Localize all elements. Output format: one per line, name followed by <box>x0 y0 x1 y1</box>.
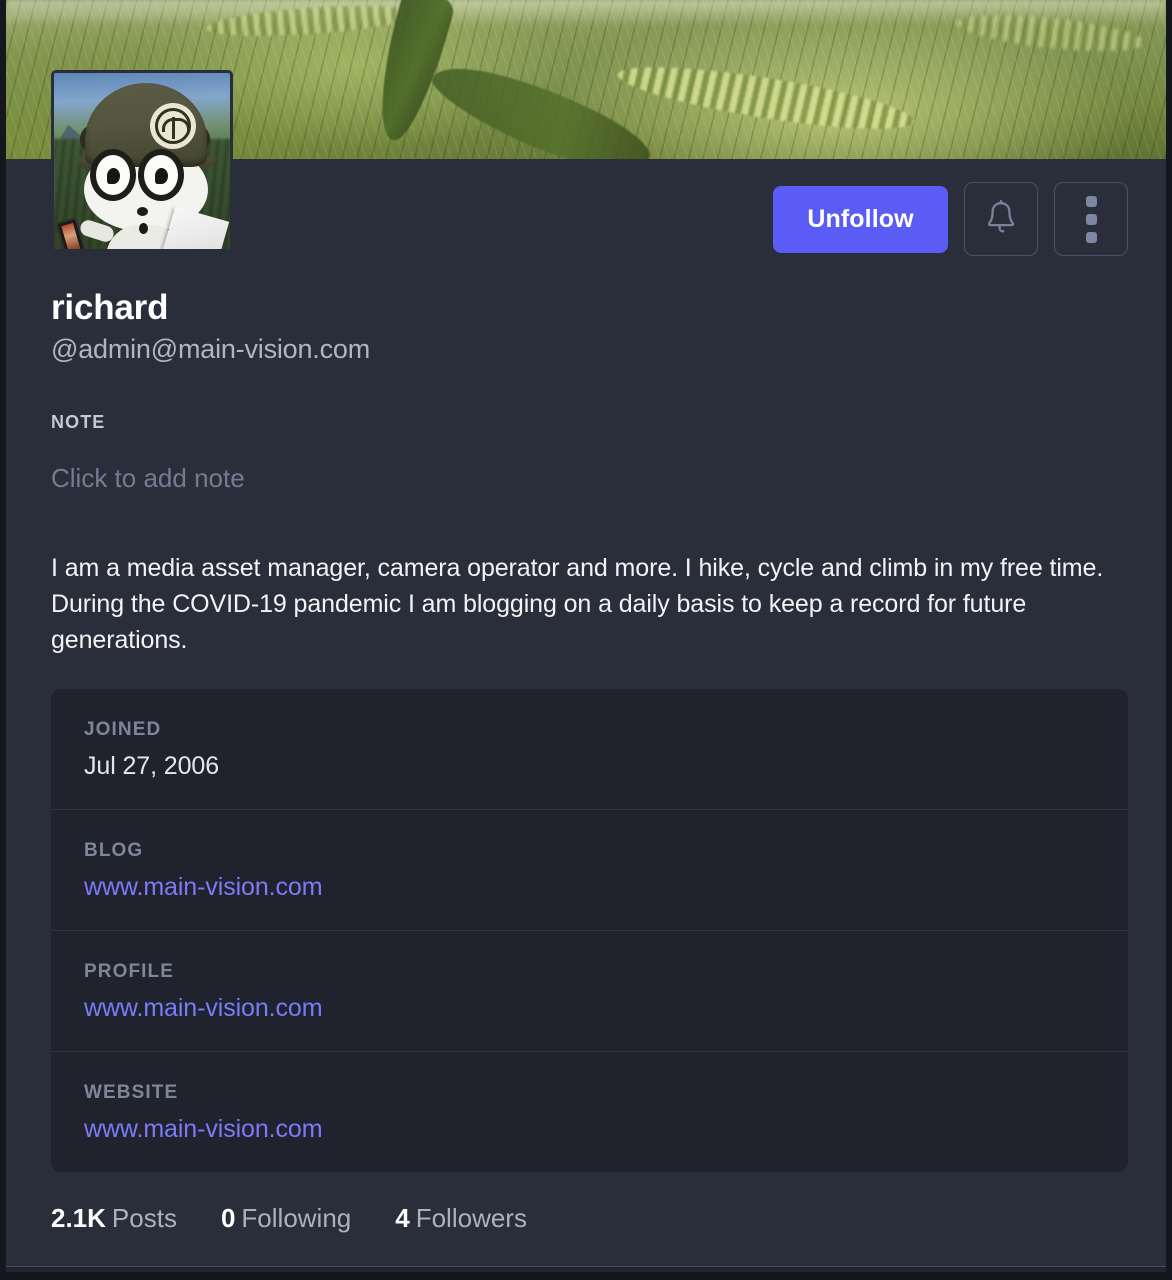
mascot-pupil-left <box>107 168 120 184</box>
stat-count: 4 <box>395 1203 410 1233</box>
metadata-link[interactable]: www.main-vision.com <box>84 873 1095 902</box>
note-block: NOTE Click to add note <box>51 412 245 494</box>
display-name: richard <box>51 288 169 327</box>
helmet-emblem-ring <box>155 108 191 144</box>
unfollow-button[interactable]: Unfollow <box>773 185 948 253</box>
metadata-row: BLOG www.main-vision.com <box>51 809 1128 930</box>
more-options-button[interactable] <box>1054 182 1128 256</box>
stat-followers[interactable]: 4 Followers <box>395 1203 527 1234</box>
avatar[interactable] <box>51 70 233 252</box>
stat-label: Following <box>241 1203 352 1233</box>
account-handle: @admin@main-vision.com <box>51 334 371 365</box>
bottom-strip <box>6 1267 1166 1272</box>
stat-count: 2.1K <box>51 1203 106 1233</box>
stat-label: Posts <box>111 1203 177 1233</box>
profile-page: Unfollow richard @admin@main-vision.com … <box>6 0 1166 1272</box>
note-input[interactable]: Click to add note <box>51 463 245 494</box>
stat-count: 0 <box>220 1203 236 1233</box>
profile-actions: Unfollow <box>773 182 1128 256</box>
metadata-row: JOINED Jul 27, 2006 <box>51 689 1128 809</box>
profile-stats: 2.1K Posts 0 Following 4 Followers <box>51 1203 527 1234</box>
metadata-key: PROFILE <box>84 961 175 982</box>
notify-button[interactable] <box>964 182 1038 256</box>
profile-metadata-panel: JOINED Jul 27, 2006 BLOG www.main-vision… <box>51 689 1128 1172</box>
note-label: NOTE <box>51 412 106 432</box>
stat-posts[interactable]: 2.1K Posts <box>51 1203 177 1234</box>
metadata-link[interactable]: www.main-vision.com <box>84 994 1095 1023</box>
mascot-mouth <box>139 223 148 234</box>
metadata-key: BLOG <box>84 840 144 861</box>
metadata-row: WEBSITE www.main-vision.com <box>51 1051 1128 1172</box>
metadata-row: PROFILE www.main-vision.com <box>51 930 1128 1051</box>
profile-bio: I am a media asset manager, camera opera… <box>51 554 1104 654</box>
three-dots-vertical-icon <box>1085 195 1097 243</box>
identity-block: richard @admin@main-vision.com <box>51 288 951 365</box>
metadata-value: Jul 27, 2006 <box>84 752 220 780</box>
profile-screen: Unfollow richard @admin@main-vision.com … <box>0 0 1172 1280</box>
metadata-key: WEBSITE <box>84 1082 179 1103</box>
metadata-link[interactable]: www.main-vision.com <box>84 1115 1095 1144</box>
mascot-pupil-right <box>155 168 168 184</box>
bell-icon <box>983 199 1019 240</box>
helmet-emblem-icon <box>150 103 196 149</box>
stat-following[interactable]: 0 Following <box>221 1203 351 1234</box>
metadata-key: JOINED <box>84 719 162 740</box>
mascot-nose <box>137 207 148 216</box>
stat-label: Followers <box>415 1203 527 1233</box>
